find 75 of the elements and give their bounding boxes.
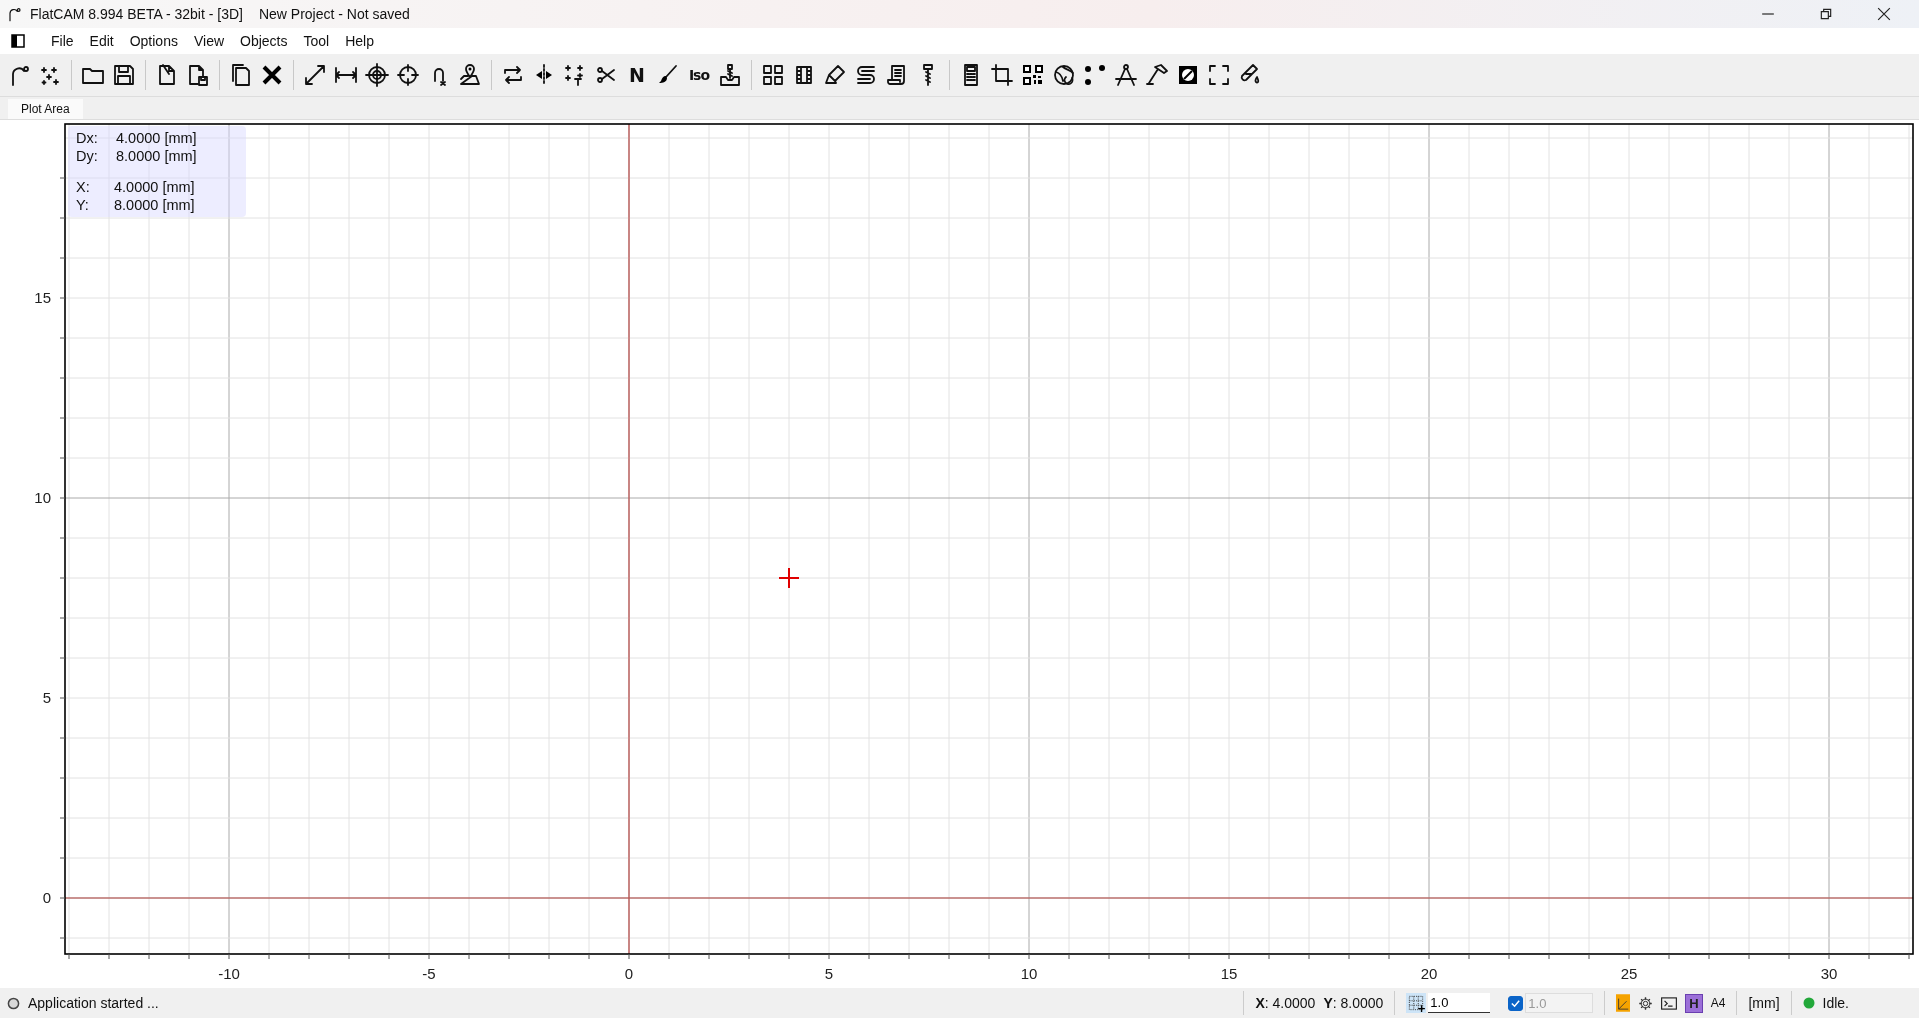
readout-label: Dx: (76, 129, 99, 147)
window-title: FlatCAM 8.994 BETA - 32bit - [3D] (30, 6, 243, 22)
fullscreen-icon[interactable] (1207, 63, 1231, 87)
slashed-square-icon[interactable] (1176, 63, 1200, 87)
menu-item[interactable]: View (185, 33, 233, 49)
readout-value: 4.0000 [mm] (114, 178, 195, 196)
diagonal-arrows-icon[interactable] (303, 63, 327, 87)
window-subtitle: New Project - Not saved (258, 6, 410, 22)
readout-label: Dy: (76, 147, 99, 165)
y-tick-label: 0 (42, 889, 51, 906)
grid-size-field[interactable]: 1.0 (1428, 993, 1491, 1013)
mill-icon[interactable] (718, 63, 742, 87)
hammer-icon[interactable] (1145, 63, 1169, 87)
tab[interactable]: Plot Area (8, 99, 83, 119)
pen-icon[interactable] (823, 63, 847, 87)
qr-code-icon[interactable] (1021, 63, 1045, 87)
settings-icon[interactable] (1638, 995, 1654, 1011)
menu-item[interactable]: Objects (232, 33, 296, 49)
save-icon[interactable] (112, 63, 136, 87)
cursor-crosshair (778, 567, 800, 589)
delete-icon[interactable] (260, 63, 284, 87)
app-logo-icon (6, 6, 22, 22)
x-tick-label: 25 (1620, 965, 1638, 982)
readout-value: 8.0000 [mm] (114, 196, 195, 214)
crosshair-icon[interactable] (396, 63, 420, 87)
paper-size: A4 (1710, 996, 1726, 1010)
y-tick-label: 5 (42, 689, 51, 706)
x-coordinate: X: 4.0000 (1255, 995, 1316, 1011)
close-icon[interactable] (1877, 7, 1891, 21)
y-tick-label: 15 (34, 289, 51, 306)
status-circle-icon (7, 996, 20, 1010)
x-tick-label: 0 (624, 965, 634, 982)
axis-toggle-icon[interactable] (1616, 993, 1631, 1013)
readout-label: Y: (76, 196, 90, 214)
x-tick-label: 30 (1820, 965, 1838, 982)
target-icon[interactable] (365, 63, 389, 87)
checkmark-icon (1510, 997, 1522, 1009)
rotate-arrows-icon[interactable] (501, 63, 525, 87)
menu-item[interactable]: Tool (295, 33, 338, 49)
x-tick-label: -5 (422, 965, 436, 982)
terminal-icon[interactable] (1661, 996, 1678, 1010)
hud-toggle[interactable]: H (1685, 993, 1703, 1013)
grid-snap-icon[interactable] (1406, 993, 1427, 1013)
s-lines-icon[interactable] (854, 63, 878, 87)
crop-icon[interactable] (990, 63, 1014, 87)
y-coordinate: Y: 8.0000 (1323, 995, 1384, 1011)
status-message: Application started ... (28, 995, 159, 1011)
sidebar-toggle-icon[interactable] (11, 34, 25, 48)
menu-item[interactable]: File (43, 33, 82, 49)
dots-icon[interactable] (1083, 63, 1107, 87)
y-tick-label: 10 (34, 489, 51, 506)
numbered-grid-icon[interactable] (761, 63, 785, 87)
units-label[interactable]: [mm] (1748, 995, 1780, 1011)
restore-icon[interactable] (1819, 7, 1833, 21)
x-tick-label: -10 (218, 965, 240, 982)
map-pin-icon[interactable] (458, 63, 482, 87)
x-tick-label: 5 (824, 965, 834, 982)
toolbar-button[interactable]: N (625, 64, 649, 86)
readout-value: 4.0000 [mm] (116, 129, 197, 147)
menu-item[interactable]: Edit (81, 33, 122, 49)
x-tick-label: 15 (1220, 965, 1238, 982)
snap-checkbox[interactable] (1508, 995, 1524, 1011)
readout-label: X: (76, 178, 91, 196)
status-state: Idle. (1822, 995, 1849, 1011)
compass-icon[interactable] (1114, 63, 1138, 87)
status-dot-icon (1802, 997, 1815, 1009)
readout-value: 8.0000 [mm] (116, 147, 197, 165)
menu-item[interactable]: Options (121, 33, 186, 49)
document-save-icon[interactable] (186, 63, 210, 87)
x-tick-label: 10 (1020, 965, 1038, 982)
toolbar-button[interactable]: Iso (687, 67, 711, 83)
globe-icon[interactable] (1052, 63, 1076, 87)
copy-icon[interactable] (229, 63, 253, 87)
x-tick-label: 20 (1420, 965, 1438, 982)
menu-item[interactable]: Help (337, 33, 382, 49)
